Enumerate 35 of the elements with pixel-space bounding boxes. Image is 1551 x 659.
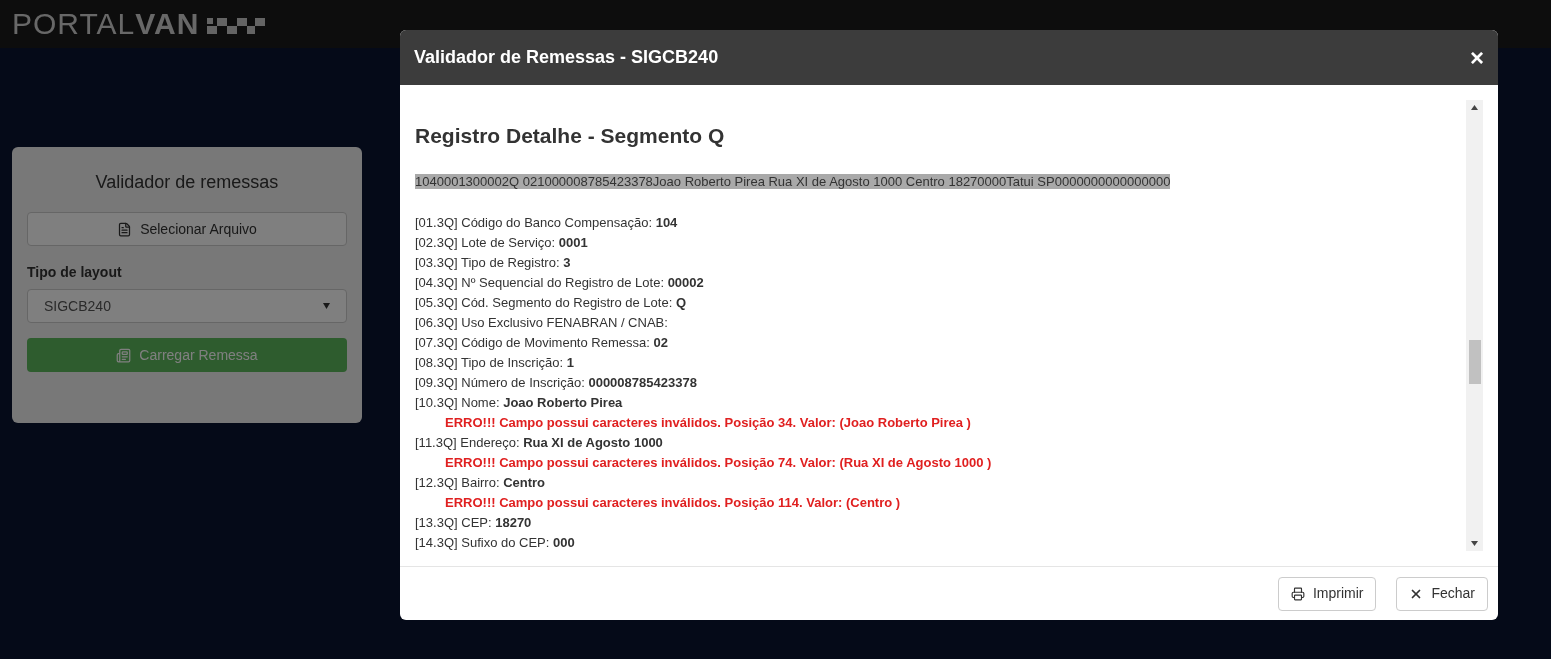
field-line: [14.3Q] Sufixo do CEP: 000: [415, 533, 576, 551]
card-title: Validador de remessas: [94, 171, 280, 194]
field-line: [01.3Q] Código do Banco Compensação: 104: [415, 213, 679, 232]
layout-label: Tipo de layout: [27, 263, 123, 282]
scrollbar-thumb[interactable]: [1468, 340, 1481, 384]
select-file-button[interactable]: Selecionar Arquivo: [27, 212, 347, 246]
field-line: [07.3Q] Código de Movimento Remessa: 02: [415, 333, 669, 352]
scrollbar[interactable]: [1466, 100, 1483, 551]
close-dialog-button[interactable]: Fechar: [1396, 576, 1488, 611]
scroll-down-icon[interactable]: [1471, 541, 1478, 546]
field-line: [03.3Q] Tipo de Registro: 3: [415, 253, 572, 272]
field-line: [13.3Q] CEP: 18270: [415, 513, 533, 532]
field-line: [08.3Q] Tipo de Inscrição: 1: [415, 353, 575, 372]
printer-icon: [1290, 586, 1305, 601]
error-message: ERRO!!! Campo possui caracteres inválidos. Posição 74. Valor: (Rua XI de Agosto 1000 ): [444, 453, 993, 472]
modal-title: Validador de Remessas - SIGCB240: [414, 46, 719, 69]
error-message: ERRO!!! Campo possui caracteres inválidos. Posição 114. Valor: (Centro ): [444, 493, 902, 512]
file-icon: [117, 221, 133, 237]
scroll-up-icon[interactable]: [1471, 105, 1478, 110]
close-button[interactable]: ×: [1470, 45, 1484, 70]
layout-select[interactable]: SIGCB240: [27, 289, 347, 323]
field-line: [12.3Q] Bairro: Centro: [415, 473, 547, 492]
field-line: [06.3Q] Uso Exclusivo FENABRAN / CNAB:: [415, 313, 669, 332]
field-line: [04.3Q] Nº Sequencial do Registro de Lote: 00002: [415, 273, 705, 292]
field-line: [05.3Q] Cód. Segmento do Registro de Lote: Q: [415, 293, 687, 312]
field-line: [10.3Q] Nome: Joao Roberto Pirea: [415, 393, 624, 412]
field-line: [02.3Q] Lote de Serviço: 0001: [415, 233, 589, 252]
section-title: Registro Detalhe - Segmento Q: [415, 123, 726, 149]
logo-text: PORTALVAN: [12, 9, 200, 39]
error-message: ERRO!!! Campo possui caracteres inválidos. Posição 34. Valor: (Joao Roberto Pirea ): [444, 413, 972, 432]
field-line: [09.3Q] Número de Inscrição: 000008785423378: [415, 373, 698, 392]
caret-icon: [323, 303, 330, 309]
newspaper-icon: [116, 347, 132, 363]
field-line: [11.3Q] Endereço: Rua XI de Agosto 1000: [415, 433, 664, 452]
print-button[interactable]: Imprimir: [1277, 576, 1377, 611]
